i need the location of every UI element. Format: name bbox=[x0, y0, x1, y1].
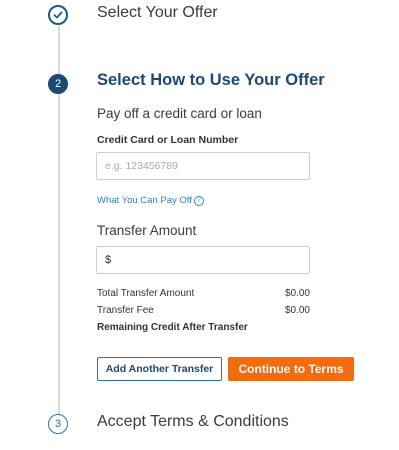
what-you-can-pay-off-link[interactable]: What You Can Pay Off i bbox=[97, 195, 204, 206]
currency-prefix: $ bbox=[105, 254, 112, 266]
what-you-can-pay-off-label: What You Can Pay Off bbox=[97, 195, 192, 206]
transfer-fee-value: $0.00 bbox=[284, 305, 310, 316]
total-transfer-row: Total Transfer Amount $0.00 bbox=[97, 288, 310, 299]
add-another-transfer-button[interactable]: Add Another Transfer bbox=[97, 357, 222, 381]
checkmark-icon bbox=[53, 11, 63, 19]
step-1-title[interactable]: Select Your Offer bbox=[97, 4, 218, 22]
continue-to-terms-button[interactable]: Continue to Terms bbox=[228, 357, 354, 381]
info-icon[interactable]: i bbox=[193, 196, 204, 206]
payoff-heading: Pay off a credit card or loan bbox=[97, 106, 262, 121]
transfer-fee-row: Transfer Fee $0.00 bbox=[97, 305, 310, 316]
step-2-marker: 2 bbox=[48, 74, 68, 94]
remaining-credit-row: Remaining Credit After Transfer bbox=[97, 322, 310, 333]
step-3-marker: 3 bbox=[48, 414, 68, 434]
step-3-title: Accept Terms & Conditions bbox=[97, 413, 289, 430]
remaining-credit-label: Remaining Credit After Transfer bbox=[97, 322, 248, 333]
transfer-fee-label: Transfer Fee bbox=[97, 305, 154, 316]
step-2-title: Select How to Use Your Offer bbox=[97, 71, 325, 89]
transfer-amount-input[interactable]: $ bbox=[96, 246, 310, 274]
step-1-complete-marker bbox=[48, 5, 68, 25]
transfer-amount-heading: Transfer Amount bbox=[97, 223, 197, 238]
account-number-placeholder: e.g. 123456789 bbox=[105, 160, 178, 172]
total-transfer-label: Total Transfer Amount bbox=[97, 288, 195, 299]
account-number-label: Credit Card or Loan Number bbox=[97, 134, 239, 146]
account-number-input[interactable]: e.g. 123456789 bbox=[96, 152, 310, 180]
total-transfer-value: $0.00 bbox=[284, 288, 310, 299]
